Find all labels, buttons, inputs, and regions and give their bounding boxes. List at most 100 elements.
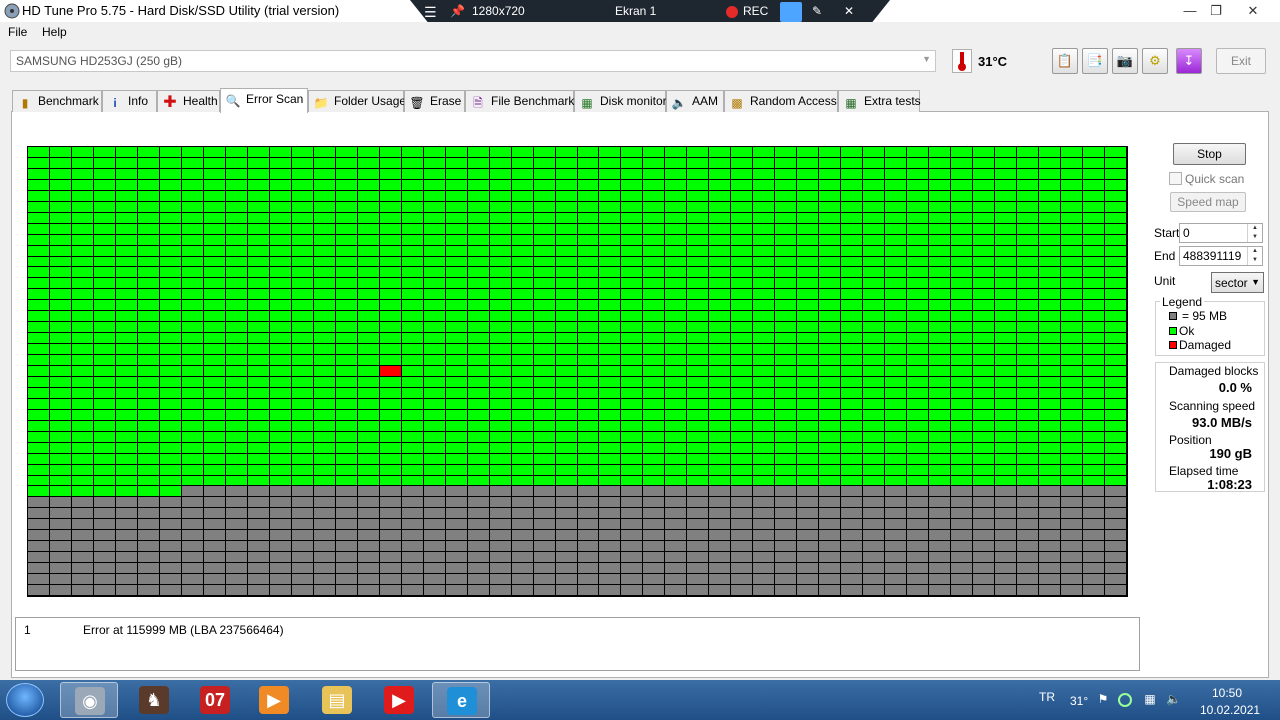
end-input[interactable]: 488391119 ▲ ▼ <box>1179 246 1263 266</box>
scan-block <box>907 432 928 442</box>
scan-block <box>424 443 445 453</box>
scan-block <box>973 541 994 551</box>
drive-select[interactable]: SAMSUNG HD253GJ (250 gB) ▼ <box>10 50 936 72</box>
scan-block <box>819 344 840 354</box>
clock-time[interactable]: 10:50 <box>1212 686 1242 700</box>
menu-icon[interactable]: ☰ <box>424 4 437 21</box>
speed-map-button[interactable]: Speed map <box>1170 192 1246 212</box>
scan-block <box>358 322 379 332</box>
spin-down-icon[interactable]: ▼ <box>1248 233 1262 242</box>
scan-block <box>797 432 818 442</box>
scan-block <box>424 246 445 256</box>
options-button[interactable]: ⚙ <box>1142 48 1168 74</box>
scan-block <box>490 377 511 387</box>
pin-icon[interactable]: 📌 <box>450 4 465 18</box>
oh07-app-button[interactable]: 07 <box>186 682 244 718</box>
scan-block <box>270 158 291 168</box>
copy-info-button[interactable]: 📑 <box>1082 48 1108 74</box>
screen-select-button[interactable] <box>780 2 802 22</box>
scan-block <box>468 289 489 299</box>
spin-up-icon[interactable]: ▲ <box>1248 224 1262 233</box>
tab-disk-monitor[interactable]: ▦ Disk monitor <box>574 90 667 112</box>
scan-block <box>182 476 203 485</box>
tab-health[interactable]: ✚ Health <box>157 90 220 112</box>
tab-file-benchmark[interactable]: 🗎 File Benchmark <box>465 90 574 112</box>
scan-block <box>797 246 818 256</box>
unit-select[interactable]: sector ▼ <box>1211 272 1264 293</box>
scan-block <box>248 235 269 245</box>
scan-block <box>775 322 796 332</box>
stop-button[interactable]: Stop <box>1173 143 1246 165</box>
spin-down-icon[interactable]: ▼ <box>1248 256 1262 265</box>
exit-button[interactable]: Exit <box>1216 48 1266 74</box>
pen-icon[interactable]: ✎ <box>812 4 822 18</box>
hdtune-app-button[interactable]: ◉ <box>60 682 118 718</box>
scan-block <box>621 519 642 529</box>
scan-block <box>94 410 115 420</box>
scan-block <box>226 169 247 179</box>
start-button[interactable] <box>6 683 44 717</box>
scan-block <box>951 224 972 234</box>
screenshot-button[interactable]: 📷 <box>1112 48 1138 74</box>
scan-block <box>578 497 598 507</box>
scan-block <box>709 191 730 201</box>
scan-block <box>160 432 181 442</box>
error-log[interactable]: 1 Error at 115999 MB (LBA 237566464) <box>15 617 1140 671</box>
scan-block <box>665 257 686 266</box>
start-input[interactable]: 0 ▲ ▼ <box>1179 223 1263 243</box>
scan-block <box>753 180 774 190</box>
tab-random-access[interactable]: ▩ Random Access <box>724 90 838 112</box>
game-app-button[interactable]: ♞ <box>125 682 183 718</box>
start-spinner[interactable]: ▲ ▼ <box>1247 224 1262 242</box>
status-circle-icon[interactable] <box>1118 693 1132 707</box>
tab-extra-tests[interactable]: ▦ Extra tests <box>838 90 921 112</box>
copy-text-button[interactable]: 📋 <box>1052 48 1078 74</box>
clock-date[interactable]: 10.02.2021 <box>1200 703 1260 717</box>
scan-block <box>753 388 774 398</box>
network-icon[interactable]: ▦ <box>1143 692 1157 706</box>
scan-block <box>819 486 840 496</box>
maximize-button[interactable]: ❐ <box>1201 0 1231 22</box>
menu-file[interactable]: File <box>8 25 27 39</box>
record-icon[interactable] <box>726 6 738 18</box>
scan-block <box>160 267 181 277</box>
rec-label[interactable]: REC <box>743 4 768 18</box>
volume-icon[interactable]: 🔈 <box>1166 692 1181 706</box>
scan-block <box>50 574 71 584</box>
scan-block <box>314 366 335 376</box>
scan-block <box>446 432 467 442</box>
recorder-close-icon[interactable]: ✕ <box>844 4 854 18</box>
quick-scan-checkbox[interactable] <box>1169 172 1182 185</box>
scan-block <box>490 530 511 540</box>
screenshot-icon: 📷 <box>1116 53 1134 68</box>
scan-block <box>556 399 577 409</box>
media-player-app-button[interactable]: ▶ <box>245 682 303 718</box>
scan-block <box>1061 497 1082 507</box>
end-spinner[interactable]: ▲ ▼ <box>1247 247 1262 265</box>
weather-temperature[interactable]: 31° <box>1070 694 1088 708</box>
tab-erase[interactable]: 🗑 Erase <box>404 90 465 112</box>
tab-folder-usage[interactable]: 📁 Folder Usage <box>308 90 406 112</box>
scan-block <box>973 421 994 431</box>
scan-block <box>1105 289 1126 299</box>
tab-info[interactable]: i Info <box>102 90 157 112</box>
flag-icon[interactable]: ⚑ <box>1096 692 1110 706</box>
scan-block <box>1039 169 1060 179</box>
tab-aam[interactable]: 🔈 AAM <box>666 90 724 112</box>
tab-benchmark[interactable]: ▮ Benchmark <box>12 90 102 112</box>
scan-block <box>204 147 225 157</box>
scan-block <box>1105 344 1126 354</box>
youtube-app-button[interactable]: ▶ <box>370 682 428 718</box>
save-button[interactable]: ↧ <box>1176 48 1202 74</box>
tab-error-scan[interactable]: 🔍 Error Scan <box>220 88 308 113</box>
close-button[interactable]: ✕ <box>1238 0 1268 22</box>
scan-block <box>687 486 708 496</box>
spin-up-icon[interactable]: ▲ <box>1248 247 1262 256</box>
scan-block <box>1017 585 1038 595</box>
scan-block <box>951 322 972 332</box>
edge-app-button[interactable]: e <box>432 682 490 718</box>
file-explorer-app-button[interactable]: ▤ <box>308 682 366 718</box>
menu-help[interactable]: Help <box>42 25 67 39</box>
language-indicator[interactable]: TR <box>1039 690 1055 704</box>
scan-block <box>314 541 335 551</box>
